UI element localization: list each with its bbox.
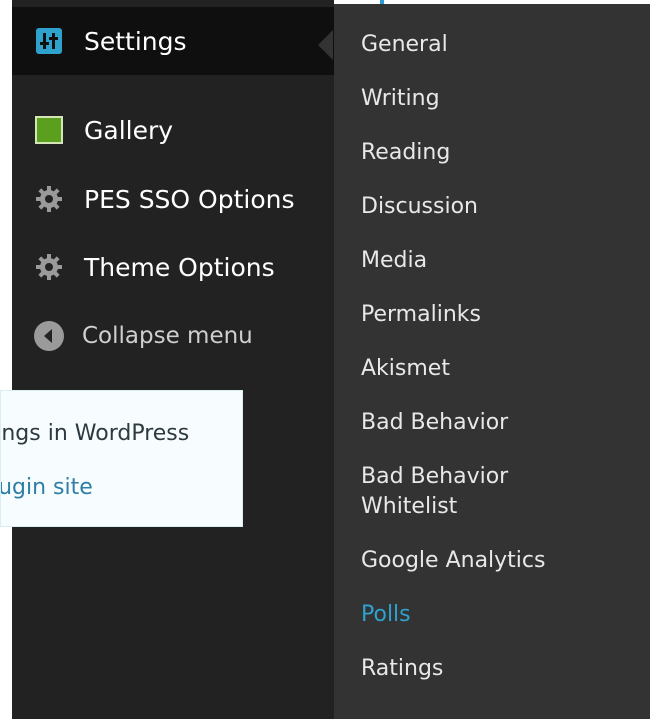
tooltip-text: ttings in WordPress <box>1 421 190 446</box>
submenu-item-akismet[interactable]: Akismet <box>361 354 450 384</box>
submenu-item-general[interactable]: General <box>361 30 448 60</box>
submenu-item-polls[interactable]: Polls <box>361 600 411 630</box>
menu-item-gallery[interactable]: Gallery <box>12 96 334 164</box>
submenu-item-bad-behavior[interactable]: Bad Behavior <box>361 408 508 438</box>
menu-item-settings[interactable]: Settings <box>12 7 334 75</box>
submenu-item-bad-behavior-whitelist[interactable]: Bad Behavior <box>361 462 508 492</box>
submenu-item-ratings[interactable]: Ratings <box>361 654 443 684</box>
collapse-menu-button[interactable]: Collapse menu <box>12 308 334 364</box>
gear-icon <box>34 252 64 282</box>
collapse-arrow-icon <box>32 319 66 353</box>
menu-item-label: PES SSO Options <box>84 184 295 214</box>
gallery-icon <box>34 115 64 145</box>
menu-item-label: Gallery <box>84 115 174 145</box>
submenu-item-writing[interactable]: Writing <box>361 84 440 114</box>
settings-submenu: General Writing Reading Discussion Media… <box>334 4 650 719</box>
collapse-menu-label: Collapse menu <box>82 323 253 349</box>
submenu-item-bad-behavior-whitelist-line2[interactable]: Whitelist <box>361 492 457 522</box>
submenu-item-discussion[interactable]: Discussion <box>361 192 478 222</box>
submenu-pointer-arrow <box>318 30 333 60</box>
admin-sidebar-menu: Settings Gallery PES SSO Options Theme O… <box>12 0 334 719</box>
info-tooltip: ttings in WordPress plugin site <box>0 390 243 527</box>
menu-item-label: Theme Options <box>84 252 275 282</box>
submenu-item-reading[interactable]: Reading <box>361 138 450 168</box>
settings-sliders-icon <box>34 26 64 56</box>
menu-item-pes-sso-options[interactable]: PES SSO Options <box>12 165 334 233</box>
gear-icon <box>34 184 64 214</box>
menu-item-theme-options[interactable]: Theme Options <box>12 233 334 301</box>
submenu-item-media[interactable]: Media <box>361 246 427 276</box>
menu-item-label: Settings <box>84 26 187 56</box>
plugin-site-link[interactable]: plugin site <box>1 473 93 503</box>
submenu-item-google-analytics[interactable]: Google Analytics <box>361 546 545 576</box>
submenu-item-permalinks[interactable]: Permalinks <box>361 300 481 330</box>
